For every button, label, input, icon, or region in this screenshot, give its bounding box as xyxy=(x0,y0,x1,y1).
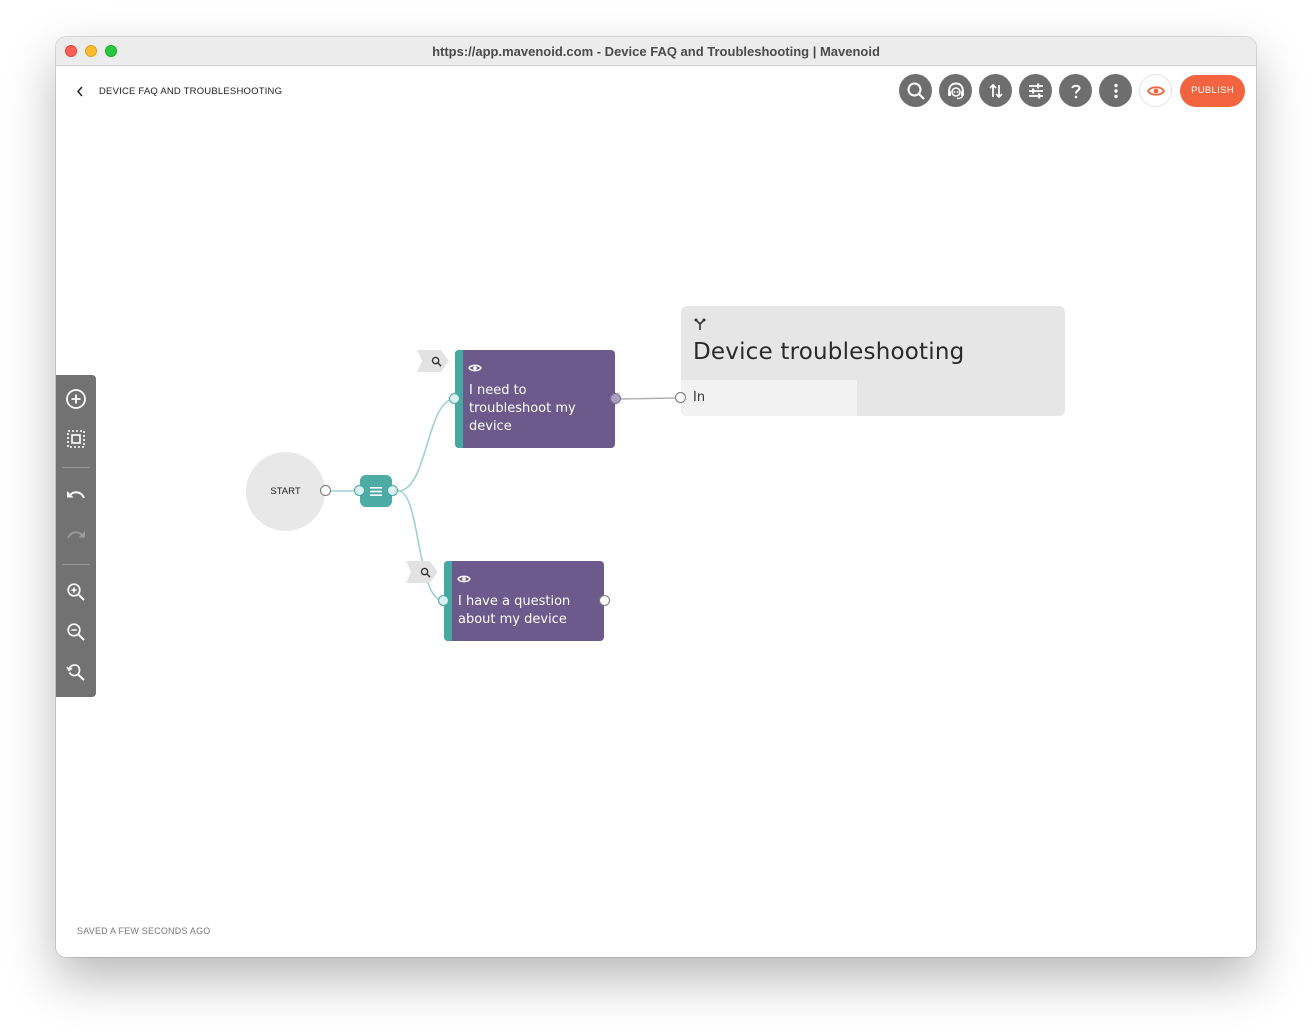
redo-icon xyxy=(67,531,85,539)
settings-button[interactable] xyxy=(1019,74,1052,107)
start-output-port[interactable] xyxy=(320,485,331,496)
chevron-left-icon xyxy=(76,86,83,96)
start-node[interactable]: START xyxy=(246,452,325,531)
option-2-output-port[interactable] xyxy=(599,595,610,606)
flow-canvas[interactable]: START I need to troubleshoot my device I… xyxy=(56,67,1256,957)
search-icon xyxy=(420,567,431,578)
sliders-icon xyxy=(1028,83,1043,98)
undo-button[interactable] xyxy=(64,484,88,508)
select-area-button[interactable] xyxy=(64,427,88,451)
search-button[interactable] xyxy=(899,74,932,107)
save-status: SAVED A FEW SECONDS AGO xyxy=(77,926,211,936)
window-titlebar: https://app.mavenoid.com - Device FAQ an… xyxy=(56,37,1256,66)
zoom-in-button[interactable] xyxy=(64,580,88,604)
question-icon xyxy=(1071,84,1081,98)
menu-lines-icon xyxy=(370,486,382,496)
window-title: https://app.mavenoid.com - Device FAQ an… xyxy=(432,44,880,59)
option-node-question[interactable]: I have a question about my device xyxy=(444,561,604,641)
flow-editor: START I need to troubleshoot my device I… xyxy=(56,67,1256,957)
menu-input-port[interactable] xyxy=(354,485,365,496)
add-circle-icon xyxy=(66,389,86,409)
publish-button[interactable]: PUBLISH xyxy=(1180,74,1245,107)
top-toolbar: PUBLISH xyxy=(899,74,1245,107)
zoom-reset-icon xyxy=(66,664,85,681)
zoom-reset-button[interactable] xyxy=(64,660,88,684)
zoom-out-button[interactable] xyxy=(64,620,88,644)
menu-output-port[interactable] xyxy=(387,485,398,496)
option-label: I need to troubleshoot my device xyxy=(469,383,576,434)
search-icon xyxy=(431,356,442,367)
edge-menu-to-option-2 xyxy=(397,490,445,602)
subflow-input-port[interactable] xyxy=(675,392,686,403)
eye-icon xyxy=(1146,85,1165,96)
search-icon xyxy=(907,82,925,100)
import-export-button[interactable] xyxy=(979,74,1012,107)
option-1-output-port[interactable] xyxy=(610,393,621,404)
subflow-input-label: In xyxy=(693,390,706,405)
subflow-node-device-troubleshooting[interactable]: Device troubleshooting In xyxy=(681,306,1065,416)
side-toolbar-divider xyxy=(62,564,90,565)
preview-button[interactable] xyxy=(1139,74,1172,107)
import-export-icon xyxy=(988,83,1003,98)
eye-icon xyxy=(468,364,482,372)
zoom-in-icon xyxy=(67,583,85,601)
back-button[interactable] xyxy=(72,82,88,100)
option-node-troubleshoot[interactable]: I need to troubleshoot my device xyxy=(455,350,615,448)
flow-edges xyxy=(331,397,676,602)
edge-menu-to-option-1 xyxy=(397,398,456,492)
flow-title: DEVICE FAQ AND TROUBLESHOOTING xyxy=(99,86,283,97)
option-2-input-port[interactable] xyxy=(438,595,449,606)
subflow-title: Device troubleshooting xyxy=(693,339,965,365)
start-node-label: START xyxy=(270,486,301,497)
help-button[interactable] xyxy=(1059,74,1092,107)
option-label: I have a question about my device xyxy=(458,594,571,627)
subflow-inputs: In xyxy=(681,380,857,416)
redo-button[interactable] xyxy=(64,524,88,548)
side-toolbar-divider xyxy=(62,467,90,468)
support-agent-icon xyxy=(947,81,964,99)
more-vertical-icon xyxy=(1113,83,1118,98)
assistant-button[interactable] xyxy=(939,74,972,107)
browser-window: https://app.mavenoid.com - Device FAQ an… xyxy=(56,37,1256,957)
canvas-side-toolbar xyxy=(56,375,96,697)
more-options-button[interactable] xyxy=(1099,74,1132,107)
option-1-input-port[interactable] xyxy=(449,393,460,404)
zoom-out-icon xyxy=(67,623,85,641)
eye-icon xyxy=(457,575,471,583)
select-frame-icon xyxy=(67,430,85,448)
branch-icon xyxy=(694,318,706,330)
add-node-button[interactable] xyxy=(64,387,88,411)
edge-option-1-to-subflow xyxy=(620,397,676,400)
undo-icon xyxy=(67,491,85,499)
